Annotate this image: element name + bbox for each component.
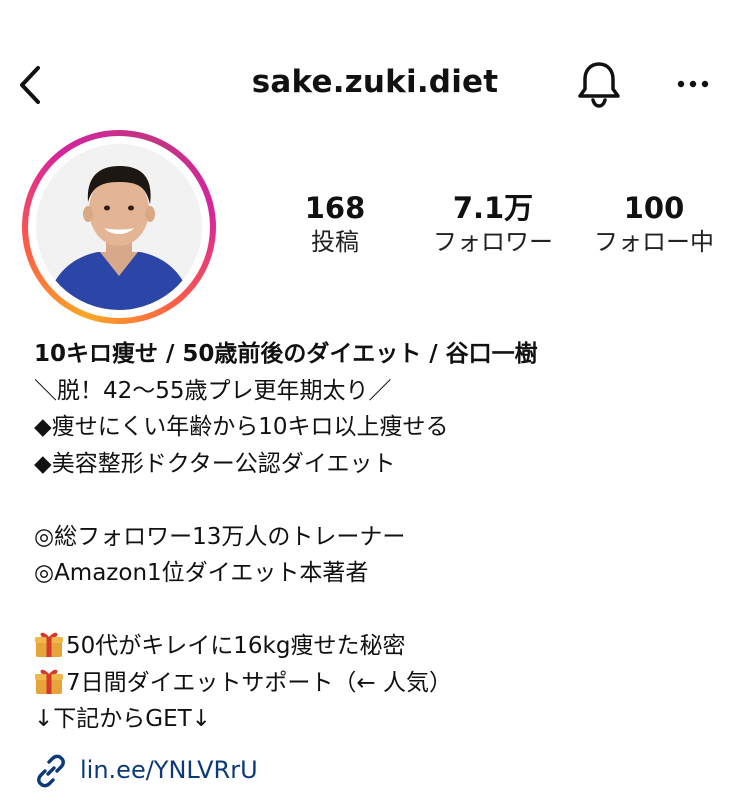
profile-photo bbox=[36, 144, 202, 310]
bio-line: ＼脱！42～55歳プレ更年期太り／ bbox=[34, 377, 392, 404]
bio-line: ◎Amazon1位ダイエット本著者 bbox=[34, 560, 369, 586]
more-horizontal-icon bbox=[677, 80, 709, 88]
followers-count[interactable]: 7.1万 フォロワー bbox=[413, 190, 573, 258]
bio-line-gift: 7日間ダイエットサポート（← 人気） bbox=[34, 665, 734, 702]
more-options-button[interactable] bbox=[668, 64, 718, 104]
followers-value: 7.1万 bbox=[452, 191, 534, 225]
avatar bbox=[36, 144, 202, 310]
bio-line-gift: 50代がキレイに16kg痩せた秘密 bbox=[34, 628, 734, 665]
followers-label: フォロワー bbox=[433, 228, 553, 256]
posts-label: 投稿 bbox=[311, 228, 359, 256]
display-name: 10キロ痩せ / 50歳前後のダイエット / 谷口一樹 bbox=[34, 341, 538, 367]
username-title: sake.zuki.diet bbox=[251, 64, 499, 100]
bio-spacer bbox=[34, 592, 734, 629]
notifications-button[interactable] bbox=[574, 58, 624, 110]
gift-icon bbox=[35, 669, 63, 694]
bio: 10キロ痩せ / 50歳前後のダイエット / 谷口一樹 ＼脱！42～55歳プレ更… bbox=[34, 336, 734, 738]
bio-line: 7日間ダイエットサポート（← 人気） bbox=[66, 669, 452, 696]
bio-line: ◆痩せにくい年齢から10キロ以上痩せる bbox=[34, 414, 449, 440]
link-text[interactable]: lin.ee/YNLVRrU bbox=[80, 756, 258, 784]
bio-line: ◎総フォロワー13万人のトレーナー bbox=[34, 523, 406, 550]
story-ring[interactable] bbox=[22, 130, 216, 324]
bio-line: 50代がキレイに16kg痩せた秘密 bbox=[66, 633, 406, 659]
following-count[interactable]: 100 フォロー中 bbox=[574, 190, 734, 258]
bell-icon bbox=[578, 62, 620, 108]
bio-line: ↓下記からGET↓ bbox=[34, 706, 211, 732]
profile-header: sake.zuki.diet bbox=[0, 50, 750, 120]
link-icon bbox=[37, 754, 65, 788]
bio-spacer bbox=[34, 482, 734, 519]
following-label: フォロー中 bbox=[594, 228, 714, 256]
bio-line: ◆美容整形ドクター公認ダイエット bbox=[34, 450, 396, 477]
gift-icon bbox=[35, 632, 63, 657]
posts-count[interactable]: 168 投稿 bbox=[255, 190, 415, 258]
profile-stats: 168 投稿 7.1万 フォロワー 100 フォロー中 bbox=[270, 190, 740, 270]
following-value: 100 bbox=[623, 191, 685, 225]
posts-value: 168 bbox=[304, 191, 366, 225]
